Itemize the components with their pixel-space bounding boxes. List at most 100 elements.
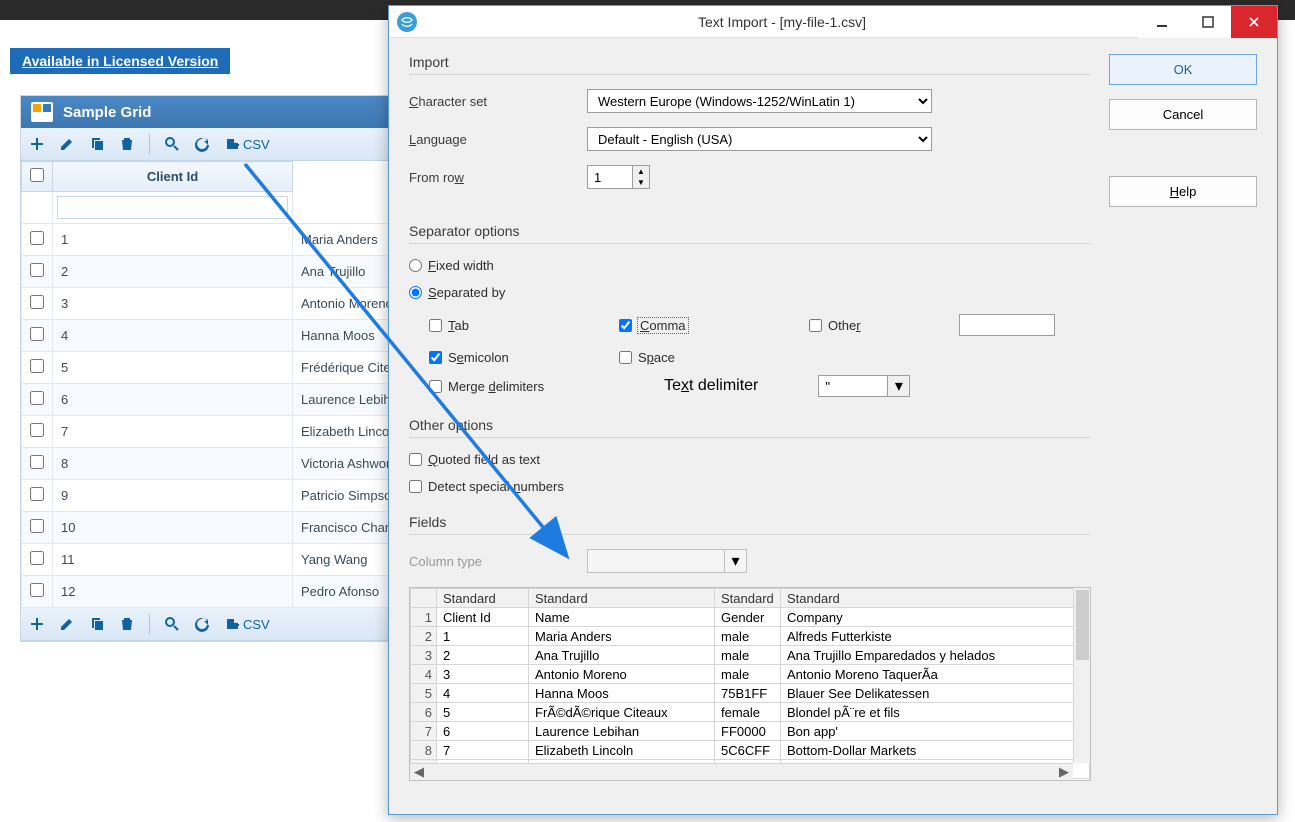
preview-cell: Antonio Moreno TaquerÃ­a xyxy=(781,665,1090,684)
column-type-select: ▾ xyxy=(587,549,747,573)
space-checkbox[interactable] xyxy=(619,351,632,364)
merge-delimiters-checkbox[interactable] xyxy=(429,380,442,393)
detect-numbers-checkbox[interactable] xyxy=(409,480,422,493)
window-minimize-icon[interactable] xyxy=(1139,6,1185,38)
search-icon[interactable] xyxy=(164,136,180,152)
row-checkbox[interactable] xyxy=(30,423,44,437)
preview-row[interactable]: 7 6 Laurence Lebihan FF0000 Bon app' xyxy=(411,722,1090,741)
quoted-checkbox[interactable] xyxy=(409,453,422,466)
spinner-up-icon[interactable]: ▲ xyxy=(633,166,649,177)
edit-icon[interactable] xyxy=(59,616,75,632)
charset-select[interactable]: Western Europe (Windows-1252/WinLatin 1) xyxy=(587,89,932,113)
scroll-left-icon[interactable]: ◀ xyxy=(412,765,426,779)
export-csv-button[interactable]: CSV xyxy=(224,616,270,632)
preview-scrollbar-horizontal[interactable]: ◀ ▶ xyxy=(410,763,1073,780)
preview-cell: Bon app' xyxy=(781,722,1090,741)
preview-row[interactable]: 4 3 Antonio Moreno male Antonio Moreno T… xyxy=(411,665,1090,684)
preview-row[interactable]: 1 Client Id Name Gender Company xyxy=(411,608,1090,627)
merge-delimiters-label: Merge delimiters xyxy=(448,379,544,394)
fromrow-input[interactable] xyxy=(587,165,633,189)
semicolon-label: Semicolon xyxy=(448,350,509,365)
preview-cell: 3 xyxy=(437,665,529,684)
preview-row[interactable]: 5 4 Hanna Moos 75B1FF Blauer See Delikat… xyxy=(411,684,1090,703)
dialog-app-icon xyxy=(397,12,417,32)
row-checkbox[interactable] xyxy=(30,583,44,597)
separated-by-label: Separated by xyxy=(428,285,505,300)
semicolon-checkbox[interactable] xyxy=(429,351,442,364)
preview-rownum: 1 xyxy=(411,608,437,627)
row-checkbox[interactable] xyxy=(30,263,44,277)
copy-icon[interactable] xyxy=(89,136,105,152)
fixed-width-label: Fixed width xyxy=(428,258,494,273)
preview-cell: Elizabeth Lincoln xyxy=(529,741,715,760)
refresh-icon[interactable] xyxy=(194,136,210,152)
preview-cell: female xyxy=(715,703,781,722)
refresh-icon[interactable] xyxy=(194,616,210,632)
delete-icon[interactable] xyxy=(119,616,135,632)
row-checkbox[interactable] xyxy=(30,487,44,501)
toolbar-separator xyxy=(149,614,150,634)
text-delimiter-label: Text delimiter xyxy=(664,377,758,395)
preview-row[interactable]: 6 5 FrÃ©dÃ©rique Citeaux female Blondel … xyxy=(411,703,1090,722)
delete-icon[interactable] xyxy=(119,136,135,152)
preview-scrollbar-vertical[interactable] xyxy=(1073,588,1090,763)
row-checkbox[interactable] xyxy=(30,359,44,373)
add-icon[interactable] xyxy=(29,136,45,152)
fromrow-spinner[interactable]: ▲▼ xyxy=(587,165,650,189)
preview-col-header[interactable]: Standard xyxy=(715,589,781,608)
spinner-down-icon[interactable]: ▼ xyxy=(633,177,649,188)
grid-filter-client-id[interactable] xyxy=(57,196,288,219)
fields-section: Fields Column type ▾ Standard xyxy=(409,514,1091,781)
scroll-right-icon[interactable]: ▶ xyxy=(1057,765,1071,779)
text-delimiter-combo[interactable]: ▾ xyxy=(818,375,910,397)
row-checkbox[interactable] xyxy=(30,295,44,309)
preview-cell: Alfreds Futterkiste xyxy=(781,627,1090,646)
fixed-width-radio[interactable] xyxy=(409,259,422,272)
tab-checkbox[interactable] xyxy=(429,319,442,332)
preview-row[interactable]: 8 7 Elizabeth Lincoln 5C6CFF Bottom-Doll… xyxy=(411,741,1090,760)
preview-cell: Ana Trujillo Emparedados y helados xyxy=(781,646,1090,665)
preview-cell: 6 xyxy=(437,722,529,741)
window-close-icon[interactable] xyxy=(1231,6,1277,38)
edit-icon[interactable] xyxy=(59,136,75,152)
row-checkbox[interactable] xyxy=(30,519,44,533)
window-maximize-icon[interactable] xyxy=(1185,6,1231,38)
license-banner[interactable]: Available in Licensed Version xyxy=(10,48,230,74)
language-select[interactable]: Default - English (USA) xyxy=(587,127,932,151)
text-delimiter-input[interactable] xyxy=(818,375,888,397)
search-icon[interactable] xyxy=(164,616,180,632)
export-csv-button[interactable]: CSV xyxy=(224,136,270,152)
other-options-legend: Other options xyxy=(409,417,1091,438)
row-checkbox[interactable] xyxy=(30,551,44,565)
cell-client-id: 12 xyxy=(53,576,293,608)
comma-checkbox[interactable] xyxy=(619,319,632,332)
text-import-dialog: Text Import - [my-file-1.csv] Import Cha… xyxy=(388,5,1278,815)
row-checkbox[interactable] xyxy=(30,391,44,405)
row-checkbox[interactable] xyxy=(30,231,44,245)
row-checkbox[interactable] xyxy=(30,327,44,341)
preview-col-header[interactable]: Standard xyxy=(781,589,1090,608)
separated-by-radio[interactable] xyxy=(409,286,422,299)
preview-cell: FF0000 xyxy=(715,722,781,741)
fields-preview[interactable]: Standard Standard Standard Standard 1 Cl… xyxy=(409,587,1091,781)
other-input[interactable] xyxy=(959,314,1055,336)
add-icon[interactable] xyxy=(29,616,45,632)
separator-section: Separator options Fixed width Separated … xyxy=(409,223,1091,397)
preview-col-header[interactable]: Standard xyxy=(529,589,715,608)
other-checkbox[interactable] xyxy=(809,319,822,332)
ok-button[interactable]: OK xyxy=(1109,54,1257,85)
preview-col-header[interactable]: Standard xyxy=(437,589,529,608)
grid-header-checkbox[interactable] xyxy=(22,162,53,192)
preview-row[interactable]: 3 2 Ana Trujillo male Ana Trujillo Empar… xyxy=(411,646,1090,665)
dialog-titlebar[interactable]: Text Import - [my-file-1.csv] xyxy=(389,6,1277,38)
cell-client-id: 8 xyxy=(53,448,293,480)
copy-icon[interactable] xyxy=(89,616,105,632)
toolbar-separator xyxy=(149,134,150,154)
row-checkbox[interactable] xyxy=(30,455,44,469)
help-button[interactable]: Help xyxy=(1109,176,1257,207)
cancel-button[interactable]: Cancel xyxy=(1109,99,1257,130)
preview-row[interactable]: 2 1 Maria Anders male Alfreds Futterkist… xyxy=(411,627,1090,646)
grid-header-client-id[interactable]: Client Id xyxy=(53,162,293,192)
chevron-down-icon[interactable]: ▾ xyxy=(888,375,910,397)
preview-cell: 7 xyxy=(437,741,529,760)
